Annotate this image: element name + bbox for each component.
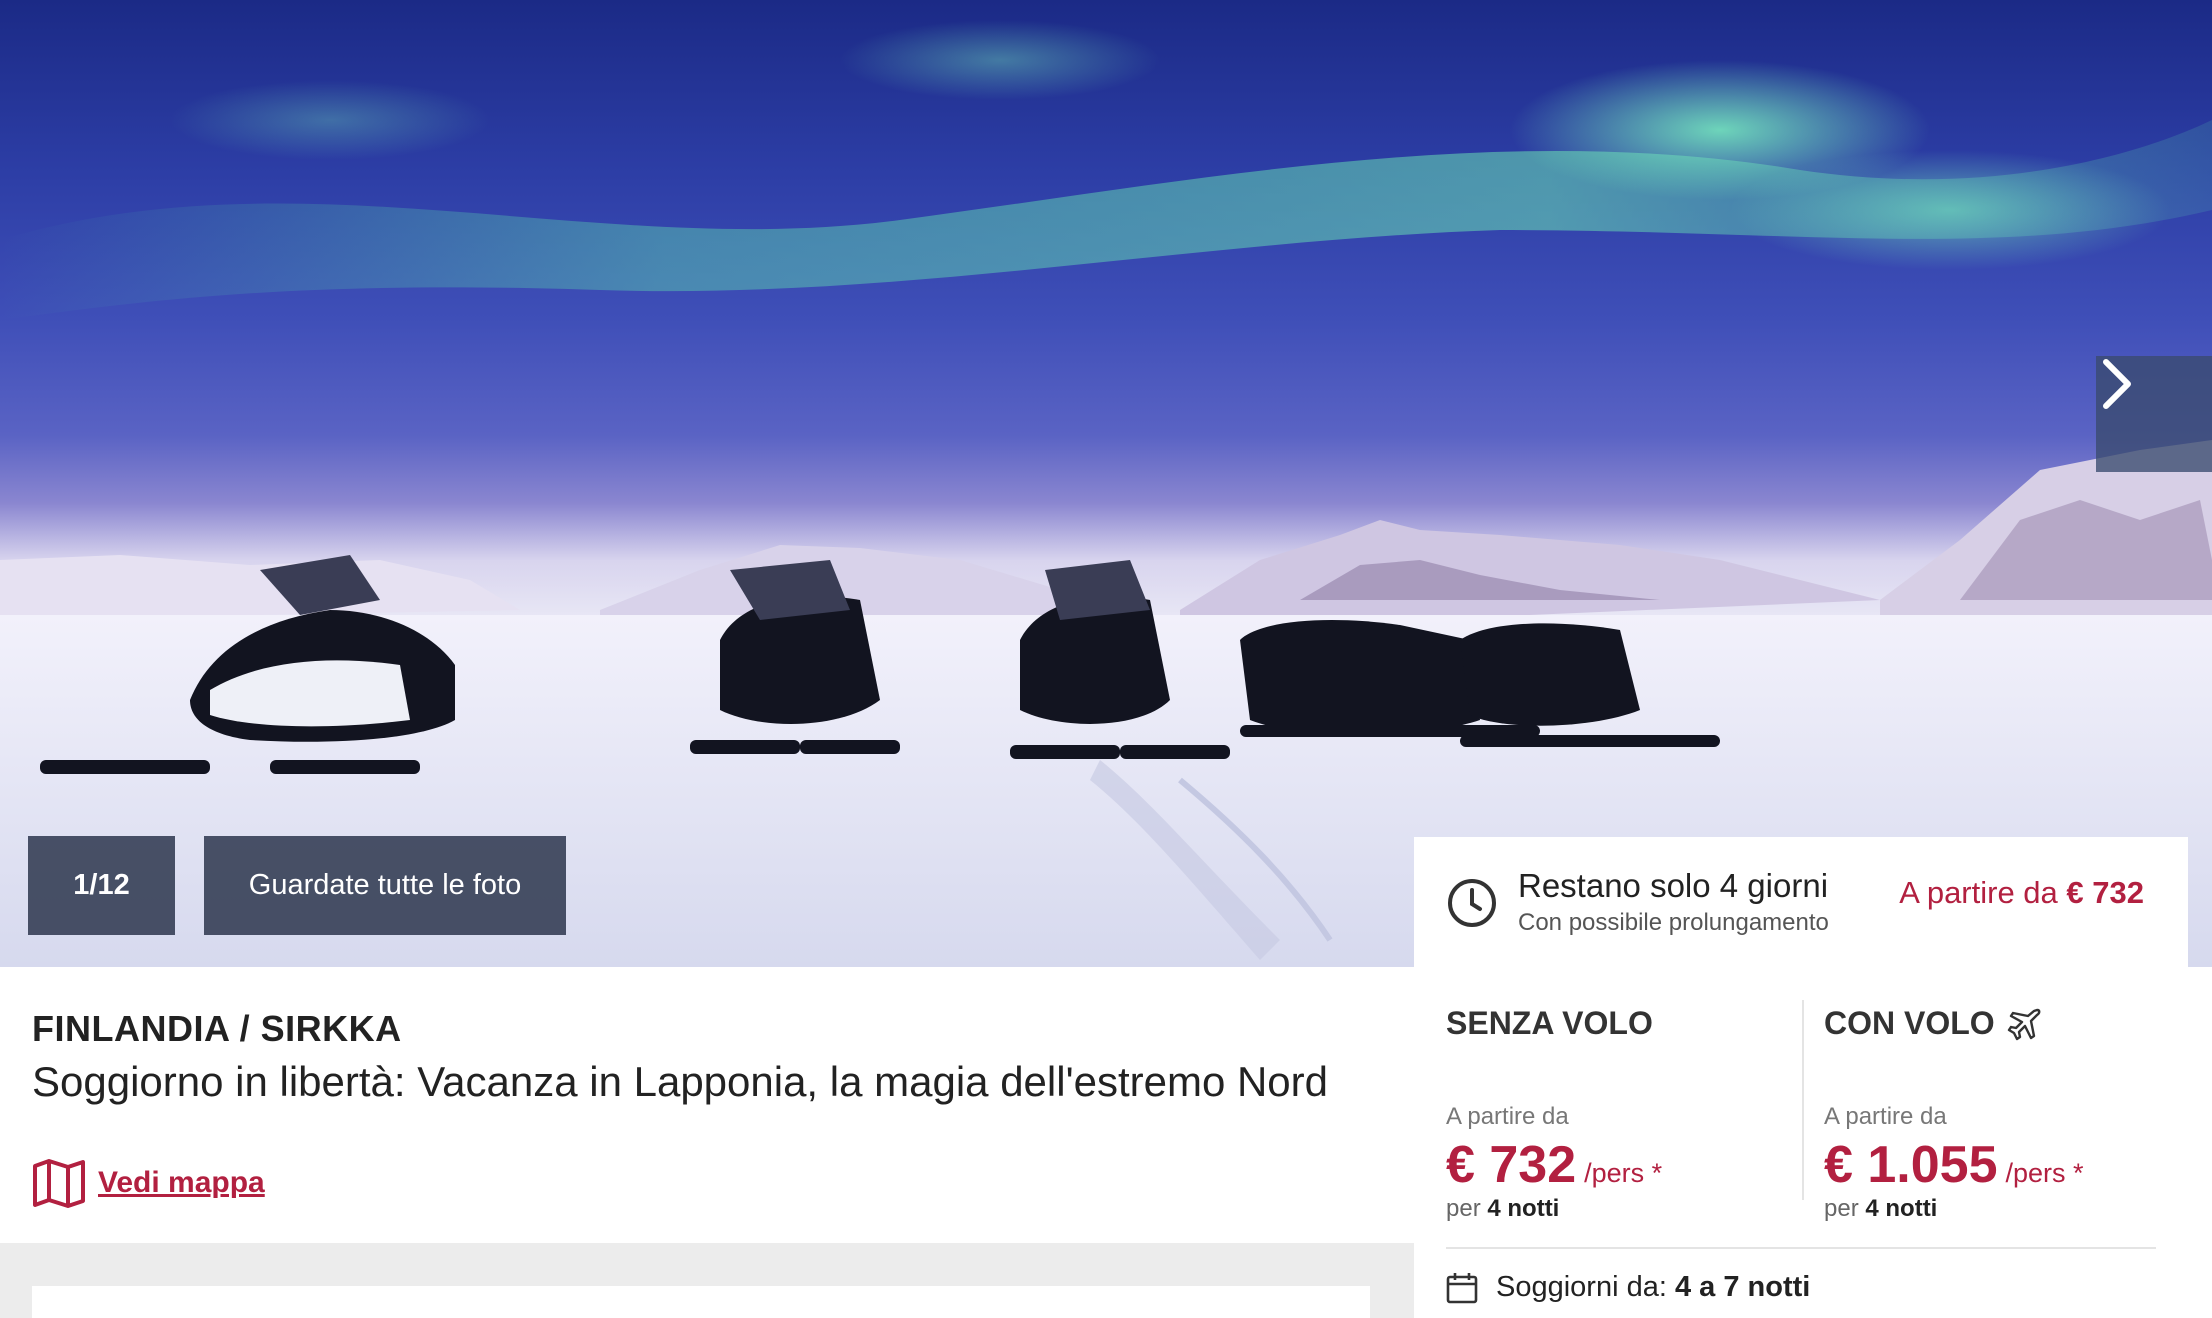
with-flight-title-row: CON VOLO (1824, 1005, 2043, 1042)
countdown-title: Restano solo 4 giorni (1518, 867, 1829, 904)
hero-image: 1/12 Guardate tutte le foto (0, 0, 2212, 967)
view-map-link[interactable]: Vedi mappa (32, 1158, 265, 1208)
view-all-photos-button[interactable]: Guardate tutte le foto (204, 836, 566, 935)
view-map-label: Vedi mappa (98, 1166, 265, 1199)
without-flight-price-amount: € 732 (1446, 1136, 1577, 1194)
without-flight-nights-value: 4 notti (1487, 1195, 1560, 1222)
calendar-icon (1446, 1272, 1478, 1303)
with-flight-per-person: /pers * (2005, 1158, 2084, 1188)
countdown-subtitle: Con possibile prolungamento (1518, 909, 1829, 936)
without-flight-nights: per 4 notti (1446, 1195, 1559, 1223)
card-divider (1446, 1247, 2156, 1249)
without-flight-option[interactable]: SENZA VOLO A partire da € 732/pers * per… (1446, 1005, 1662, 1222)
from-price-value: € 732 (2066, 875, 2144, 910)
content-card (32, 1286, 1370, 1318)
chevron-right-icon (2103, 359, 2131, 409)
without-flight-from-label: A partire da (1446, 1103, 1569, 1130)
from-price-label: A partire da (1899, 875, 2058, 910)
map-icon (33, 1159, 85, 1208)
with-flight-price: € 1.055/pers * (1824, 1135, 2084, 1195)
without-flight-nights-prefix: per (1446, 1195, 1481, 1222)
with-flight-nights-prefix: per (1824, 1195, 1859, 1222)
photo-counter: 1/12 (28, 836, 175, 935)
with-flight-title: CON VOLO (1824, 1005, 1995, 1041)
from-price-summary: A partire da € 732 (1899, 875, 2144, 911)
next-photo-button[interactable] (2096, 356, 2212, 472)
with-flight-from-label: A partire da (1824, 1103, 1947, 1130)
without-flight-title: SENZA VOLO (1446, 1005, 1653, 1041)
stay-duration-row: Soggiorni da: 4 a 7 notti (1446, 1271, 1810, 1304)
with-flight-option[interactable]: CON VOLO A partire da € 1.055/pers * per… (1824, 1005, 2084, 1222)
clock-icon (1448, 879, 1496, 927)
location-breadcrumb: FINLANDIA / SIRKKA (32, 1008, 402, 1049)
aurora-snowmobile-photo (0, 20, 2212, 967)
stay-duration-text: Soggiorni da: 4 a 7 notti (1496, 1271, 1810, 1304)
with-flight-nights-value: 4 notti (1865, 1195, 1938, 1222)
without-flight-per-person: /pers * (1584, 1158, 1663, 1188)
booking-card: Restano solo 4 giorni Con possibile prol… (1414, 837, 2188, 1318)
airplane-icon (2007, 1008, 2041, 1040)
with-flight-nights: per 4 notti (1824, 1195, 1937, 1223)
stay-duration-value: 4 a 7 notti (1674, 1271, 1811, 1303)
with-flight-price-amount: € 1.055 (1824, 1136, 1998, 1194)
option-divider (1802, 1000, 1804, 1200)
without-flight-price: € 732/pers * (1446, 1135, 1662, 1195)
stay-duration-label: Soggiorni da: (1496, 1271, 1667, 1303)
page-title: Soggiorno in libertà: Vacanza in Lapponi… (32, 1058, 1329, 1105)
